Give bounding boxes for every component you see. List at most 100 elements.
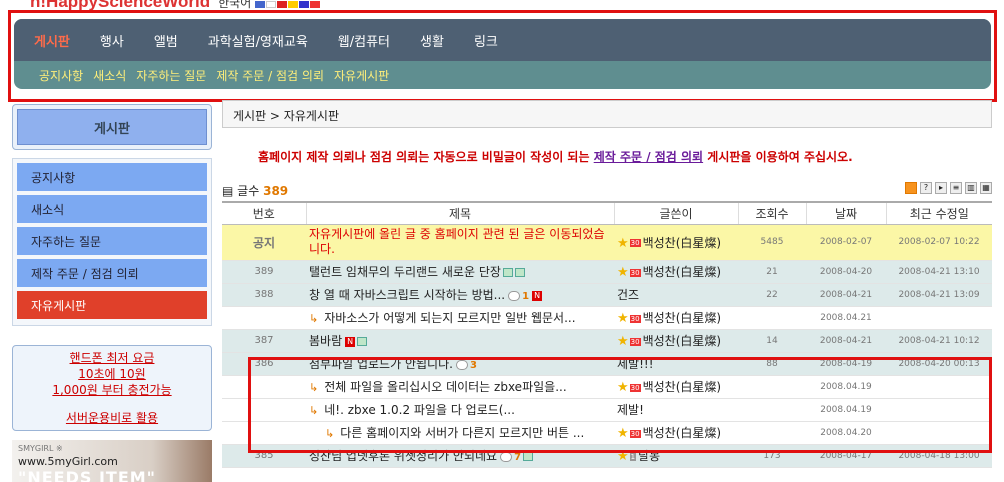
table-row[interactable]: 389 탤런트 임채무의 두리랜드 새로운 단장 ★ 30 백성찬(白星燦) 21 … xyxy=(222,260,992,284)
col-views[interactable]: 조회수 xyxy=(737,201,806,225)
table-row[interactable]: ↳ 다른 홈페이지와 서버가 다른지 모르지만 버튼 ... ★ 30 백성찬(白星燦… xyxy=(222,421,992,445)
post-count: ▤ 글수 389 xyxy=(222,182,288,199)
gallery-view-icon[interactable]: ▦ xyxy=(980,182,992,194)
level-badge: 30 xyxy=(629,268,641,277)
notice-link[interactable]: 제작 주문 / 점검 의뢰 xyxy=(594,150,703,164)
rss-icon[interactable] xyxy=(905,182,917,194)
table-row[interactable]: 385 성찬님 업뎃후론 위젯정리가 안되네요 7 ★ 1 달봉 173 2008-0… xyxy=(222,444,992,468)
submenu-news[interactable]: 새소식 xyxy=(93,67,126,84)
sidebar-item-faq[interactable]: 자주하는 질문 xyxy=(17,227,207,255)
reply-arrow-icon: ↳ xyxy=(325,427,335,440)
row-modified: 2008-04-20 00:13 xyxy=(886,352,992,376)
col-number[interactable]: 번호 xyxy=(222,201,306,225)
row-author[interactable]: ★ 1 달봉 xyxy=(614,444,738,468)
table-row[interactable]: ↳ 전체 파일을 올리십시오 데이터는 zbxe파일을... ★ 30 백성찬(白星燦… xyxy=(222,375,992,399)
level-star-icon: ★ xyxy=(617,265,629,280)
table-row[interactable]: ↳ 네!. zbxe 1.0.2 파일을 다 업로드(... 제발! 2008.0… xyxy=(222,398,992,422)
row-number xyxy=(222,398,306,422)
row-title[interactable]: 첨부파일 업로드가 안됩니다. 3 xyxy=(306,352,614,376)
row-title[interactable]: 창 열 때 자바스크립트 시작하는 방법... 1 N xyxy=(306,283,614,307)
comment-icon xyxy=(455,359,468,370)
submenu-faq[interactable]: 자주하는 질문 xyxy=(136,67,206,84)
banner-ad[interactable]: SMYGIRL ※ www.5myGirl.com "NEEDS ITEM" xyxy=(12,440,212,482)
row-title[interactable]: ↳ 다른 홈페이지와 서버가 다른지 모르지만 버튼 ... xyxy=(306,421,614,445)
help-icon[interactable]: ? xyxy=(920,182,932,194)
main-menu: 게시판 행사 앨범 과학실험/영재교육 웹/컴퓨터 생활 링크 공지사항 새소식… xyxy=(14,19,991,89)
row-modified: 2008-04-21 13:09 xyxy=(886,283,992,307)
count-value: 389 xyxy=(263,184,289,198)
col-modified[interactable]: 최근 수정일 xyxy=(885,201,992,225)
level-badge: 30 xyxy=(629,337,641,346)
table-row[interactable]: 388 창 열 때 자바스크립트 시작하는 방법... 1 N 건즈 22 2008… xyxy=(222,283,992,307)
row-title[interactable]: ↳ 네!. zbxe 1.0.2 파일을 다 업로드(... xyxy=(306,398,614,422)
submenu-order[interactable]: 제작 주문 / 점검 의뢰 xyxy=(216,67,324,84)
table-row[interactable]: 386 첨부파일 업로드가 안됩니다. 3 제발!!! 88 2008-04-19… xyxy=(222,352,992,376)
row-author[interactable]: ★ 30 백성찬(白星燦) xyxy=(614,224,738,261)
submenu-free-board[interactable]: 자유게시판 xyxy=(334,67,389,84)
row-title[interactable]: 자유게시판에 올린 글 중 홈페이지 관련 된 글은 이동되었습니다. xyxy=(306,224,614,261)
menu-web[interactable]: 웹/컴퓨터 xyxy=(338,31,390,50)
new-icon: N xyxy=(532,290,543,301)
row-title[interactable]: 봄바람 N xyxy=(306,329,614,353)
row-author[interactable]: ★ 30 백성찬(白星燦) xyxy=(614,260,738,284)
table-row[interactable]: 공지 자유게시판에 올린 글 중 홈페이지 관련 된 글은 이동되었습니다. ★… xyxy=(222,224,992,261)
image-icon xyxy=(514,268,525,277)
row-views: 22 xyxy=(738,283,806,307)
col-date[interactable]: 날짜 xyxy=(805,201,886,225)
site-logo[interactable]: h!HappyScienceWorld 한국어 xyxy=(30,0,321,11)
webzine-view-icon[interactable]: ▥ xyxy=(965,182,977,194)
sidebar-item-news[interactable]: 새소식 xyxy=(17,195,207,223)
menu-album[interactable]: 앨범 xyxy=(154,31,178,50)
table-row[interactable]: 387 봄바람 N ★ 30 백성찬(白星燦) 14 2008-04-21 2008-… xyxy=(222,329,992,353)
menu-board[interactable]: 게시판 xyxy=(34,31,70,50)
row-author[interactable]: 제발! xyxy=(614,398,738,422)
menu-science[interactable]: 과학실험/영재교육 xyxy=(208,31,308,50)
ad-line-2[interactable]: 10초에 10원 xyxy=(13,366,211,382)
row-date: 2008.04.21 xyxy=(806,306,886,330)
row-title[interactable]: 성찬님 업뎃후론 위젯정리가 안되네요 7 xyxy=(306,444,614,468)
comment-icon xyxy=(508,290,521,301)
row-date: 2008-04-20 xyxy=(806,260,886,284)
row-author[interactable]: ★ 30 백성찬(白星燦) xyxy=(614,329,738,353)
row-author[interactable]: 건즈 xyxy=(614,283,738,307)
col-title[interactable]: 제목 xyxy=(305,201,614,225)
image-icon xyxy=(523,452,534,461)
row-views xyxy=(738,375,806,399)
list-view-icon[interactable]: ≡ xyxy=(950,182,962,194)
row-title[interactable]: 탤런트 임채무의 두리랜드 새로운 단장 xyxy=(306,260,614,284)
sidebar-item-order[interactable]: 제작 주문 / 점검 의뢰 xyxy=(17,259,207,287)
board-tools: ? ▸ ≡ ▥ ▦ xyxy=(905,182,992,194)
menu-events[interactable]: 행사 xyxy=(100,31,124,50)
phone-ad[interactable]: 핸드폰 최저 요금 10초에 10원 1,000원 부터 충전가능 서버운용비로… xyxy=(12,345,212,431)
row-number: 389 xyxy=(222,260,306,284)
comment-icon xyxy=(500,451,513,462)
language-label[interactable]: 한국어 xyxy=(218,0,251,10)
row-views xyxy=(738,306,806,330)
level-star-icon: ★ xyxy=(617,426,629,441)
ad-line-1[interactable]: 핸드폰 최저 요금 xyxy=(13,350,211,366)
sidebar-item-free-board[interactable]: 자유게시판 xyxy=(17,291,207,319)
menu-life[interactable]: 생활 xyxy=(420,31,444,50)
col-author[interactable]: 글쓴이 xyxy=(613,201,738,225)
language-flags[interactable] xyxy=(255,0,321,13)
ad-line-3[interactable]: 1,000원 부터 충전가능 xyxy=(13,382,211,398)
row-title[interactable]: ↳ 전체 파일을 올리십시오 데이터는 zbxe파일을... xyxy=(306,375,614,399)
row-author[interactable]: ★ 30 백성찬(白星燦) xyxy=(614,421,738,445)
row-modified: 2008-04-21 13:10 xyxy=(886,260,992,284)
row-date: 2008-04-19 xyxy=(806,352,886,376)
sidebar-item-notice[interactable]: 공지사항 xyxy=(17,163,207,191)
row-author[interactable]: ★ 30 백성찬(白星燦) xyxy=(614,306,738,330)
table-row[interactable]: ↳ 자바소스가 어떻게 되는지 모르지만 일반 웹문서... ★ 30 백성찬(白星燦… xyxy=(222,306,992,330)
row-author[interactable]: 제발!!! xyxy=(614,352,738,376)
row-author[interactable]: ★ 30 백성찬(白星燦) xyxy=(614,375,738,399)
view-toggle-icon[interactable]: ▸ xyxy=(935,182,947,194)
row-modified: 2008-04-21 10:12 xyxy=(886,329,992,353)
row-title[interactable]: ↳ 자바소스가 어떻게 되는지 모르지만 일반 웹문서... xyxy=(306,306,614,330)
notice-text: 홈페이지 제작 의뢰나 점검 의뢰는 자동으로 비밀글이 작성이 되는 xyxy=(258,150,594,164)
row-modified xyxy=(886,398,992,422)
new-icon: N xyxy=(345,336,356,347)
menu-links[interactable]: 링크 xyxy=(474,31,498,50)
ad-line-4[interactable]: 서버운용비로 활용 xyxy=(13,410,211,426)
row-views xyxy=(738,398,806,422)
submenu-notice[interactable]: 공지사항 xyxy=(39,67,83,84)
